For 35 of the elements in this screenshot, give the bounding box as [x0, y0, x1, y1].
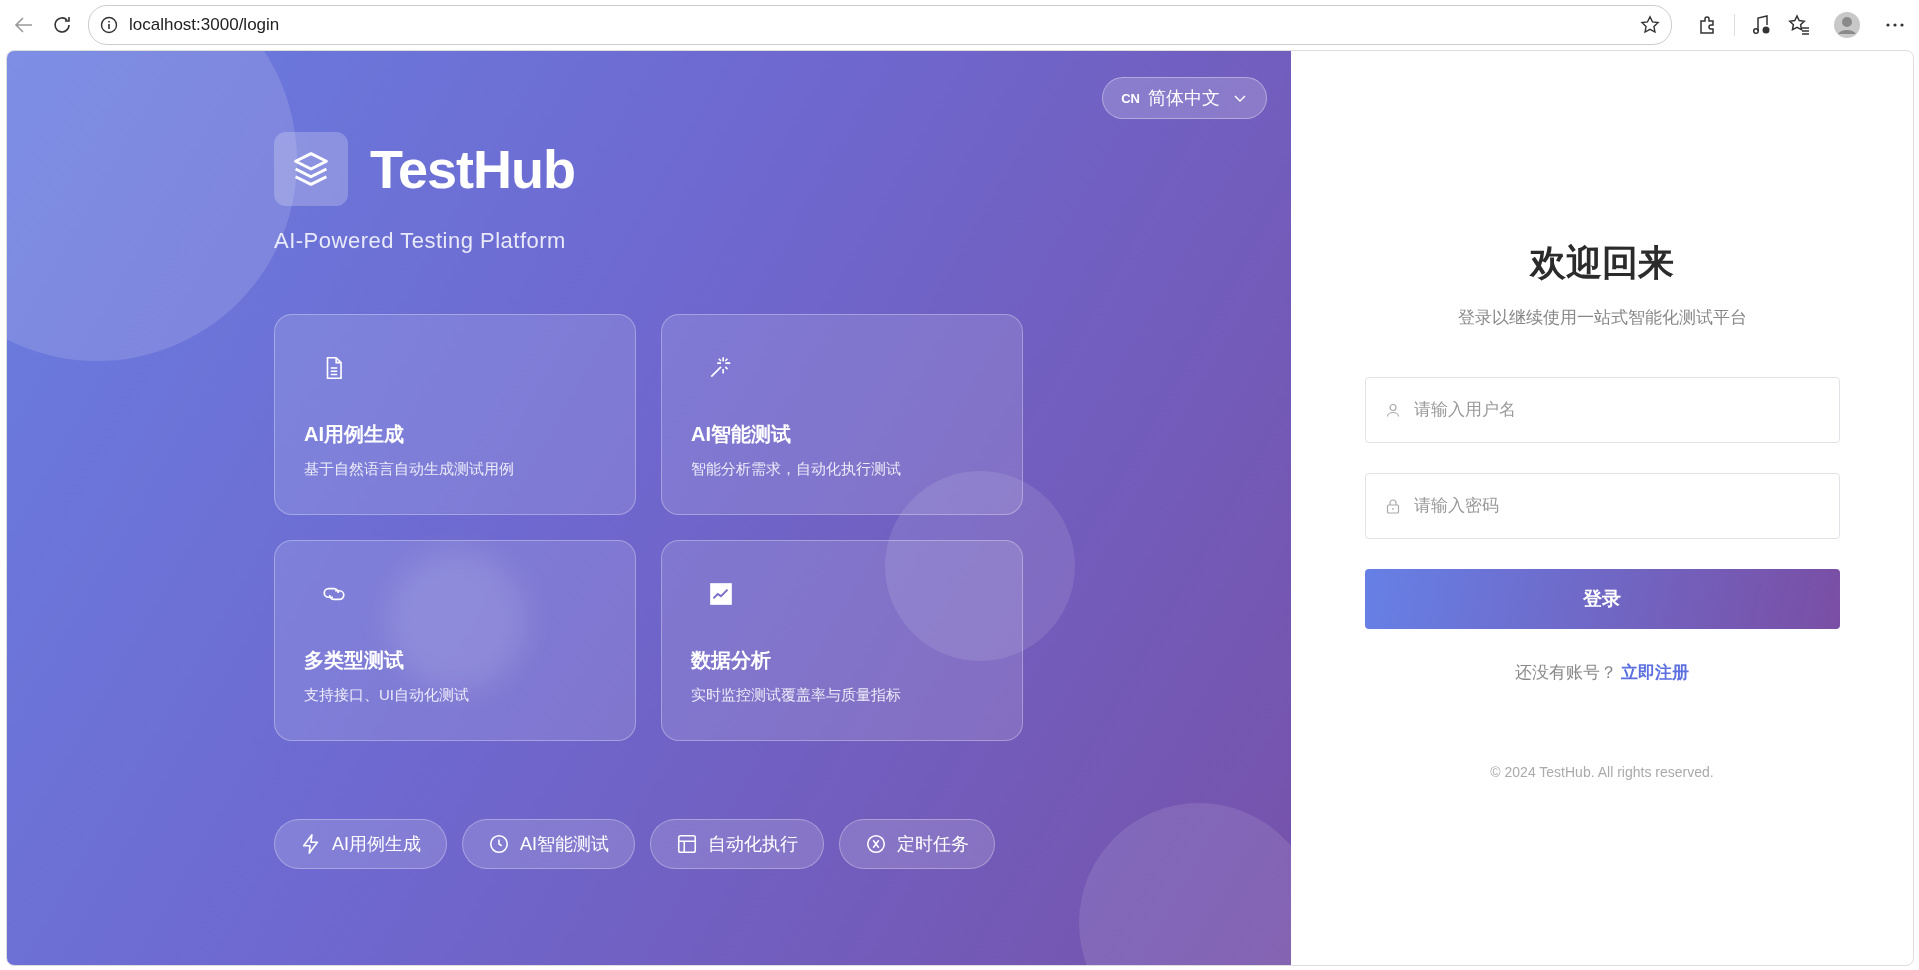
address-bar[interactable]: localhost:3000/login	[88, 5, 1672, 45]
password-field[interactable]: 请输入密码	[1364, 473, 1840, 539]
feature-description: 实时监控测试覆盖率与质量指标	[691, 686, 901, 705]
layout-icon	[676, 833, 699, 855]
star-icon[interactable]	[1639, 14, 1661, 36]
chart-icon	[708, 581, 734, 607]
feature-description: 支持接口、UI自动化测试	[304, 686, 469, 705]
avatar-icon[interactable]	[1833, 11, 1861, 39]
username-field[interactable]: 请输入用户名	[1364, 377, 1840, 443]
register-prompt: 还没有账号？	[1515, 662, 1617, 684]
brand-name: TestHub	[370, 138, 575, 200]
feature-title: AI用例生成	[304, 422, 404, 447]
feature-title: 多类型测试	[304, 648, 404, 673]
feature-tag[interactable]: AI智能测试	[462, 819, 636, 869]
feature-description: 智能分析需求，自动化执行测试	[691, 460, 901, 479]
cross-circle-icon	[865, 833, 888, 855]
copyright-text: © 2024 TestHub. All rights reserved.	[1490, 764, 1714, 780]
welcome-title: 欢迎回来	[1530, 241, 1674, 285]
welcome-subtitle: 登录以继续使用一站式智能化测试平台	[1457, 307, 1747, 329]
clock-icon	[488, 833, 510, 855]
feature-title: AI智能测试	[691, 422, 791, 447]
lock-icon	[1384, 498, 1401, 514]
info-icon[interactable]	[99, 15, 119, 35]
feature-tag[interactable]: 自动化执行	[650, 819, 825, 869]
url-text: localhost:3000/login	[129, 15, 280, 35]
feature-description: 基于自然语言自动生成测试用例	[304, 460, 514, 479]
feature-tag[interactable]: 定时任务	[839, 819, 996, 869]
user-icon	[1384, 402, 1401, 418]
register-link[interactable]: 立即注册	[1621, 661, 1689, 684]
language-selector[interactable]: CN 简体中文	[1102, 77, 1267, 119]
feature-title: 数据分析	[691, 648, 771, 673]
feature-tag[interactable]: AI用例生成	[274, 819, 447, 869]
login-button[interactable]: 登录	[1364, 569, 1840, 629]
favorites-icon[interactable]	[1787, 13, 1811, 37]
tagline: AI-Powered Testing Platform	[274, 228, 567, 254]
